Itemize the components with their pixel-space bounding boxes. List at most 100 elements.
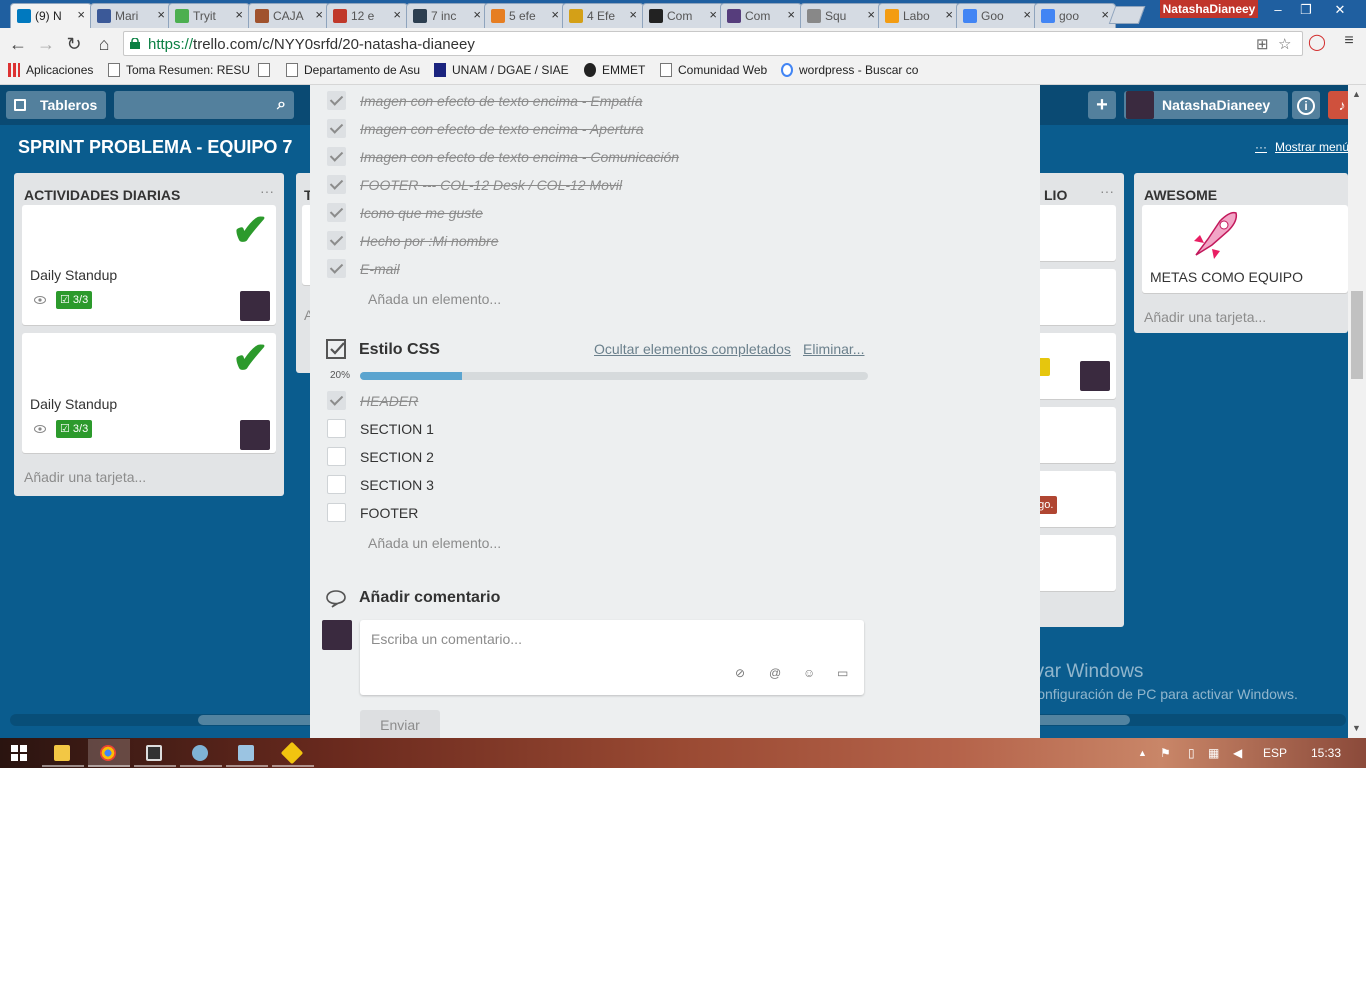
translate-icon[interactable]: ⊞ xyxy=(1256,35,1269,53)
scroll-down-arrow-icon[interactable]: ▼ xyxy=(1352,723,1361,733)
unchecked-checkbox[interactable] xyxy=(327,503,346,522)
checked-checkbox[interactable] xyxy=(327,231,346,250)
bookmark-item[interactable] xyxy=(258,63,276,77)
checklist-title[interactable]: Estilo CSS xyxy=(359,341,440,359)
checklist-item[interactable]: FOOTER xyxy=(326,498,886,526)
network-icon[interactable]: ▦ xyxy=(1208,746,1219,760)
unchecked-checkbox[interactable] xyxy=(327,447,346,466)
tab-close-icon[interactable]: × xyxy=(1101,7,1109,22)
checked-checkbox[interactable] xyxy=(327,119,346,138)
browser-tab[interactable]: 12 e × xyxy=(326,3,408,28)
address-bar[interactable]: https://trello.com/c/NYY0srfd/20-natasha… xyxy=(123,31,1303,56)
checked-checkbox[interactable] xyxy=(327,175,346,194)
tab-close-icon[interactable]: × xyxy=(629,7,637,22)
restore-button[interactable]: ❐ xyxy=(1290,0,1322,20)
tab-close-icon[interactable]: × xyxy=(945,7,953,22)
page-vertical-scrollbar[interactable]: ▲ ▼ xyxy=(1348,85,1366,738)
tab-close-icon[interactable]: × xyxy=(77,7,85,22)
card-daily-standup-1[interactable]: ✔ Daily Standup ☑ 3/3 xyxy=(22,205,276,325)
browser-tab[interactable]: 5 efe × xyxy=(484,3,566,28)
checklist-item[interactable]: E-mail xyxy=(326,254,886,282)
checklist-item[interactable]: Imagen con efecto de texto encima - Aper… xyxy=(326,114,886,142)
scrollbar-thumb[interactable] xyxy=(1351,291,1363,379)
tab-close-icon[interactable]: × xyxy=(315,7,323,22)
board-search-input[interactable]: ⌕ xyxy=(114,91,294,119)
checklist-item-text[interactable]: Imagen con efecto de texto encima - Comu… xyxy=(360,149,679,165)
input-language[interactable]: ESP xyxy=(1263,746,1287,760)
boards-button[interactable]: Tableros xyxy=(6,91,106,119)
reload-icon[interactable]: ↻ xyxy=(62,32,86,56)
bookmark-item[interactable]: EMMET xyxy=(584,63,645,77)
tab-close-icon[interactable]: × xyxy=(551,7,559,22)
browser-tab[interactable]: Goo × xyxy=(956,3,1038,28)
emoji-icon[interactable]: ☺ xyxy=(803,666,815,680)
checklist-item[interactable]: HEADER xyxy=(326,386,886,414)
mention-icon[interactable]: @ xyxy=(769,666,781,680)
checklist-item-text[interactable]: Hecho por :Mi nombre xyxy=(360,233,499,249)
info-button[interactable]: i xyxy=(1292,91,1320,119)
tab-close-icon[interactable]: × xyxy=(787,7,795,22)
tab-close-icon[interactable]: × xyxy=(393,7,401,22)
browser-tab[interactable]: Mari × xyxy=(90,3,172,28)
tab-close-icon[interactable]: × xyxy=(867,7,875,22)
list-title[interactable]: ACTIVIDADES DIARIAS xyxy=(24,187,180,203)
browser-tab[interactable]: 7 inc × xyxy=(406,3,488,28)
tray-expand-icon[interactable]: ▲ xyxy=(1138,748,1147,758)
star-icon[interactable]: ☆ xyxy=(1278,35,1291,53)
member-avatar[interactable] xyxy=(240,420,270,450)
action-center-flag-icon[interactable]: ⚑ xyxy=(1160,746,1171,760)
list-title[interactable]: AWESOME xyxy=(1144,187,1217,203)
paint-icon[interactable] xyxy=(180,739,222,767)
tab-close-icon[interactable]: × xyxy=(1023,7,1031,22)
checklist-item-text[interactable]: SECTION 1 xyxy=(360,421,434,437)
checklist-item-text[interactable]: Icono que me guste xyxy=(360,205,483,221)
volume-icon[interactable]: ◀ xyxy=(1233,746,1242,760)
delete-checklist-link[interactable]: Eliminar... xyxy=(803,341,864,357)
browser-tab[interactable]: CAJA × xyxy=(248,3,330,28)
tab-close-icon[interactable]: × xyxy=(473,7,481,22)
checked-checkbox[interactable] xyxy=(327,91,346,110)
hide-completed-link[interactable]: Ocultar elementos completados xyxy=(594,341,791,357)
new-tab-button[interactable] xyxy=(1108,6,1146,24)
unchecked-checkbox[interactable] xyxy=(327,475,346,494)
browser-tab[interactable]: Tryit × xyxy=(168,3,250,28)
file-explorer-icon[interactable] xyxy=(42,739,84,767)
tab-close-icon[interactable]: × xyxy=(157,7,165,22)
bookmark-item[interactable]: wordpress - Buscar co xyxy=(781,63,918,77)
add-button[interactable]: + xyxy=(1088,91,1116,119)
add-card-link[interactable]: Añadir una tarjeta... xyxy=(1144,309,1266,325)
board-title[interactable]: SPRINT PROBLEMA - EQUIPO 7 xyxy=(18,137,292,158)
member-avatar[interactable] xyxy=(1080,361,1110,391)
browser-tab[interactable]: 4 Efe × xyxy=(562,3,644,28)
browser-tab[interactable]: Com × xyxy=(642,3,724,28)
add-checklist-item-link[interactable]: Añada un elemento... xyxy=(368,535,501,551)
show-menu-link[interactable]: ··· Mostrar menú xyxy=(1255,140,1349,154)
git-icon[interactable] xyxy=(272,739,314,767)
menu-icon[interactable]: ≡ xyxy=(1338,32,1360,54)
browser-tab[interactable]: Squ × xyxy=(800,3,882,28)
checklist-item[interactable]: SECTION 2 xyxy=(326,442,886,470)
member-avatar[interactable] xyxy=(240,291,270,321)
card-icon[interactable]: ▭ xyxy=(837,666,848,680)
bookmark-item[interactable]: Comunidad Web xyxy=(660,63,767,77)
bookmark-item[interactable]: UNAM / DGAE / SIAE xyxy=(434,63,569,77)
add-checklist-item-link[interactable]: Añada un elemento... xyxy=(368,291,501,307)
checklist-item[interactable]: Icono que me guste xyxy=(326,198,886,226)
card-daily-standup-2[interactable]: ✔ Daily Standup ☑ 3/3 xyxy=(22,333,276,453)
battery-icon[interactable]: ▯ xyxy=(1188,746,1195,760)
checked-checkbox[interactable] xyxy=(327,259,346,278)
windows-start-icon[interactable] xyxy=(11,745,27,761)
user-menu-button[interactable]: NatashaDianeey xyxy=(1124,91,1288,119)
unchecked-checkbox[interactable] xyxy=(327,419,346,438)
tab-close-icon[interactable]: × xyxy=(709,7,717,22)
opera-icon[interactable]: ◯ xyxy=(1306,32,1328,54)
checked-checkbox[interactable] xyxy=(327,391,346,410)
tab-close-icon[interactable]: × xyxy=(235,7,243,22)
back-icon[interactable]: ← xyxy=(6,32,30,56)
media-app-icon[interactable] xyxy=(134,739,176,767)
home-icon[interactable]: ⌂ xyxy=(92,32,116,56)
comment-input[interactable]: Escriba un comentario... ⊘ @ ☺ ▭ xyxy=(360,620,864,695)
checklist-item[interactable]: FOOTER --- COL-12 Desk / COL-12 Movil xyxy=(326,170,886,198)
card-metas-como-equipo[interactable]: METAS COMO EQUIPO xyxy=(1142,205,1348,293)
list-menu-icon[interactable]: ··· xyxy=(1100,183,1114,199)
